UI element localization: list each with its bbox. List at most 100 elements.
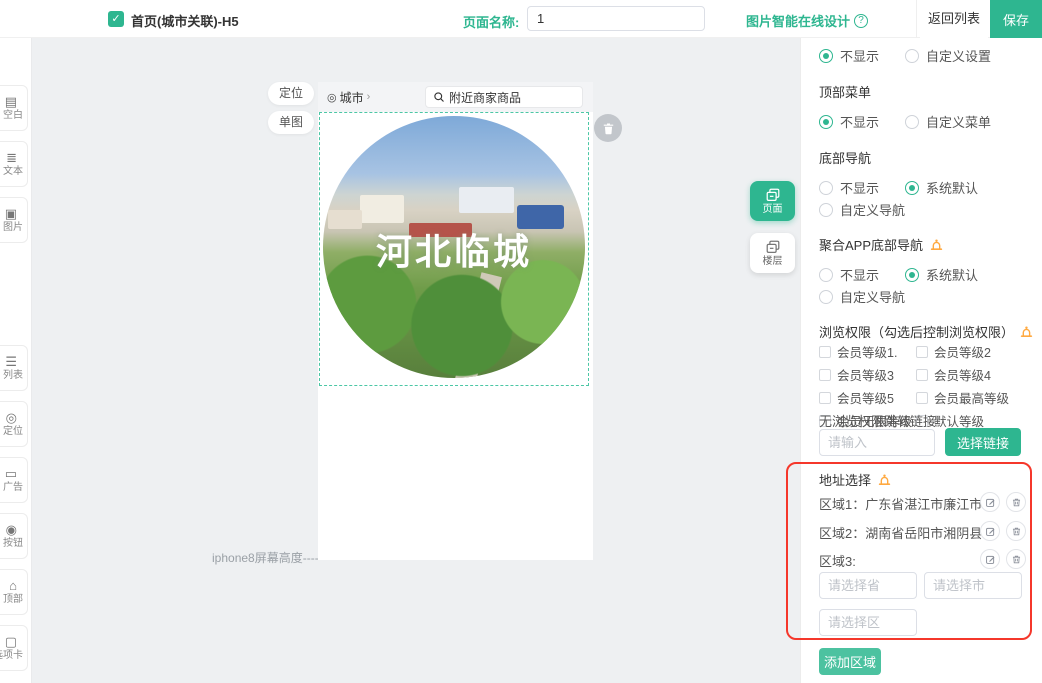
single-image-component-selected[interactable]: 河北临城 [319,112,589,386]
page-settings-button[interactable]: 页面 [750,181,795,221]
radio-option[interactable]: 自定义设置 [905,46,991,65]
sidebar-item-button[interactable]: ◉按钮 [0,513,28,559]
smart-design-label: 图片智能在线设计 [746,11,850,30]
radio-label: 系统默认 [926,265,978,284]
region-select-row-2 [819,609,1034,636]
back-to-list-button[interactable]: 返回列表 [920,0,988,38]
floor-settings-button[interactable]: 楼层 [750,233,795,273]
checkbox-option[interactable]: 会员等级3 [819,365,916,384]
sidebar-item-locate[interactable]: ◎定位 [0,401,28,447]
checkbox-label: 会员最高等级 [934,388,1009,407]
topbar: ✓ 首页(城市关联)-H5 页面名称: 图片智能在线设计 ? 返回列表 保存 [0,0,1042,38]
radio-option[interactable]: 不显示 [819,112,879,131]
component-tag-locate[interactable]: 定位 [268,82,314,105]
sidebar-item-text[interactable]: ≣文本 [0,141,28,187]
delete-region-button[interactable] [1006,492,1026,512]
edit-region-button[interactable] [980,549,1000,569]
trash-icon [1011,497,1022,508]
district-select[interactable] [819,609,917,636]
section-title: 浏览权限（勾选后控制浏览权限） [819,322,1013,341]
radio-option[interactable]: 系统默认 [905,265,978,284]
visibility-options: 不显示 自定义设置 [819,46,1034,65]
radio-option[interactable]: 自定义导航 [819,287,905,306]
help-icon[interactable]: ? [854,14,868,28]
radio-icon [905,181,919,195]
checkbox-option[interactable]: 会员等级2 [916,342,1034,361]
radio-label: 自定义导航 [840,200,905,219]
province-select[interactable] [819,572,917,599]
sidebar-item-label: 空白 [3,109,23,122]
checkbox-option[interactable]: 会员等级1. [819,342,916,361]
save-button[interactable]: 保存 [990,0,1042,38]
radio-icon [819,181,833,195]
radio-option[interactable]: 不显示 [819,46,879,65]
city-selector[interactable]: ◎ 城市 › [327,89,370,106]
page-checkbox[interactable]: ✓ [108,11,124,27]
trash-icon [1011,554,1022,565]
premium-icon [929,237,944,252]
app-bottom-nav-options-row2: 自定义导航 [819,287,1034,306]
floors-icon [765,239,781,255]
search-placeholder: 附近商家商品 [449,89,521,106]
checkbox-option[interactable]: 会员等级4 [916,365,1034,384]
page-name-label: 页面名称: [463,12,519,31]
photo-building [360,195,405,224]
sidebar-item-tabs[interactable]: ▢选项卡 [0,625,28,671]
page-title: 首页(城市关联)-H5 [131,11,239,30]
radio-option[interactable]: 不显示 [819,178,879,197]
smart-design-link[interactable]: 图片智能在线设计 ? [746,11,868,30]
checkbox-icon [916,346,928,358]
sidebar-item-label: 顶部 [3,593,23,606]
radio-icon [819,115,833,129]
bottom-nav-options-row2: 自定义导航 [819,200,1034,219]
region-label: 区域2： [819,523,865,542]
checkbox-icon [916,369,928,381]
sidebar-item-label: 定位 [3,425,23,438]
address-select-title: 地址选择 [819,470,1034,489]
radio-label: 不显示 [840,265,879,284]
region-row-2: 区域2： 湖南省岳阳市湘阴县 [819,523,1034,542]
sidebar-item-image[interactable]: ▣图片 [0,197,28,243]
checkbox-icon [916,392,928,404]
section-title: 顶部菜单 [819,82,1034,101]
checkbox-icon [819,392,831,404]
sidebar-item-label: 广告 [3,481,23,494]
radio-icon [905,268,919,282]
phone-search-input[interactable]: 附近商家商品 [425,86,583,108]
region-row-3: 区域3: [819,551,1034,570]
radio-option[interactable]: 自定义菜单 [905,112,991,131]
sidebar-item-list[interactable]: ☰列表 [0,345,28,391]
section-title: 地址选择 [819,470,871,489]
delete-region-button[interactable] [1006,521,1026,541]
radio-icon [819,203,833,217]
edit-region-button[interactable] [980,521,1000,541]
link-input[interactable] [819,429,935,456]
component-tag-single-image[interactable]: 单图 [268,111,314,134]
sidebar-item-label: 选项卡 [0,649,23,662]
delete-region-button[interactable] [1006,549,1026,569]
checkbox-option[interactable]: 会员最高等级 [916,388,1034,407]
text-icon: ≣ [6,151,17,165]
pages-icon [765,187,781,203]
radio-option[interactable]: 自定义导航 [819,200,905,219]
city-select[interactable] [924,572,1022,599]
radio-option[interactable]: 不显示 [819,265,879,284]
sidebar-item-label: 文本 [3,165,23,178]
sidebar-item-ad[interactable]: ▭广告 [0,457,28,503]
region-value: 广东省湛江市廉江市 [865,494,982,513]
add-region-button[interactable]: 添加区域 [819,648,881,675]
radio-option[interactable]: 系统默认 [905,178,978,197]
edit-region-button[interactable] [980,492,1000,512]
choose-link-button[interactable]: 选择链接 [945,428,1021,456]
radio-icon [819,49,833,63]
page-name-input[interactable] [527,6,705,31]
checkbox-icon [819,346,831,358]
checkbox-option[interactable]: 会员等级5 [819,388,916,407]
delete-component-button[interactable] [594,114,622,142]
sidebar-item-header[interactable]: ⌂顶部 [0,569,28,615]
app-bottom-nav-options-row1: 不显示 系统默认 [819,265,1034,284]
browse-permission-title: 浏览权限（勾选后控制浏览权限） [819,322,1034,341]
radio-label: 不显示 [840,178,879,197]
page-builder: ✓ 首页(城市关联)-H5 页面名称: 图片智能在线设计 ? 返回列表 保存 ▤… [0,0,1042,683]
sidebar-item-blank[interactable]: ▤空白 [0,85,28,131]
